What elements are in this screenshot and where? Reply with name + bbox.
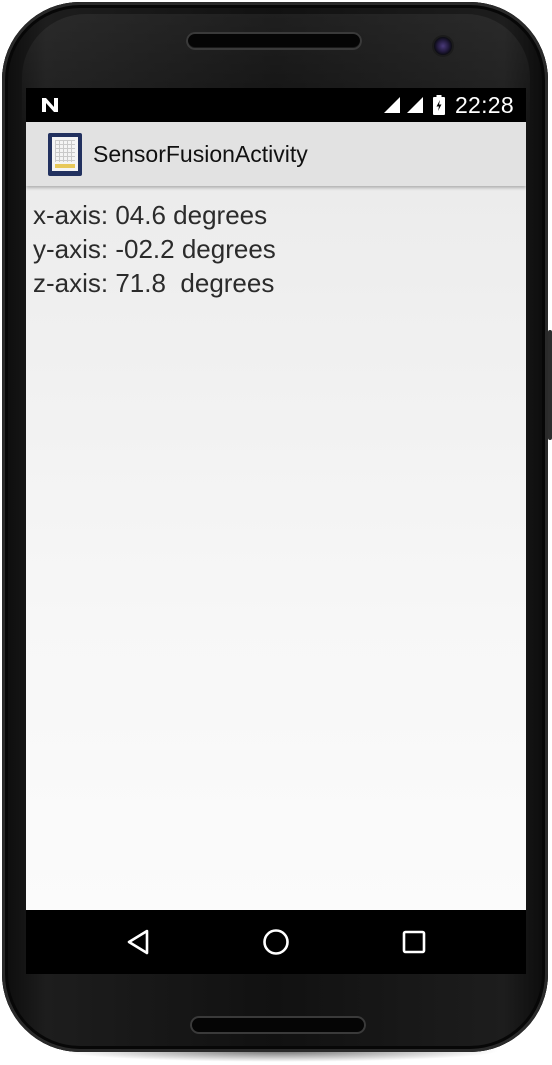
x-axis-reading: x-axis: 04.6 degrees <box>33 200 268 230</box>
phone-frame: 22:28 SensorFusionActivity x-axis: 04.6 … <box>0 0 552 1065</box>
status-bar: 22:28 <box>26 88 526 122</box>
signal-icon <box>383 97 400 113</box>
recent-apps-button[interactable] <box>392 920 436 964</box>
device-screen: 22:28 SensorFusionActivity x-axis: 04.6 … <box>26 88 526 974</box>
home-button[interactable] <box>254 920 298 964</box>
activity-content: x-axis: 04.6 degrees y-axis: -02.2 degre… <box>26 186 526 910</box>
earpiece-speaker <box>186 32 362 50</box>
signal-icon <box>406 97 423 113</box>
volume-button <box>548 330 552 440</box>
status-icons: 22:28 <box>383 92 514 118</box>
app-title: SensorFusionActivity <box>93 141 308 167</box>
home-icon <box>263 929 289 955</box>
navigation-bar <box>26 910 526 974</box>
notification-icon <box>42 98 58 112</box>
y-axis-reading: y-axis: -02.2 degrees <box>33 234 276 264</box>
action-bar: SensorFusionActivity <box>26 122 526 186</box>
app-icon <box>48 133 82 176</box>
battery-icon <box>432 95 445 115</box>
back-button[interactable] <box>116 920 160 964</box>
bottom-speaker <box>190 1016 366 1034</box>
front-camera <box>434 37 452 55</box>
back-icon <box>127 929 149 955</box>
z-axis-reading: z-axis: 71.8 degrees <box>33 268 275 298</box>
status-clock: 22:28 <box>454 91 514 118</box>
recent-apps-icon <box>402 930 426 954</box>
orientation-readings: x-axis: 04.6 degrees y-axis: -02.2 degre… <box>33 198 276 300</box>
